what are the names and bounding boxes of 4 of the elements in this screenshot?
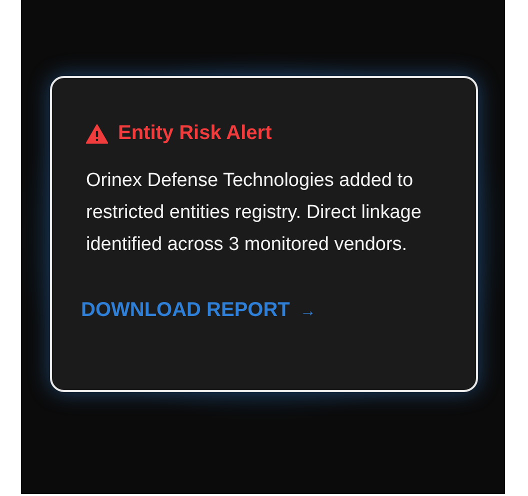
warning-icon xyxy=(86,124,108,144)
alert-message: Orinex Defense Technologies added to restricted entities registry. Direct linkage identified across 3 monitored vendors. xyxy=(86,169,422,257)
download-report-link[interactable]: DOWNLOAD REPORT → xyxy=(81,299,316,322)
alert-title: Entity Risk Alert xyxy=(118,122,272,145)
